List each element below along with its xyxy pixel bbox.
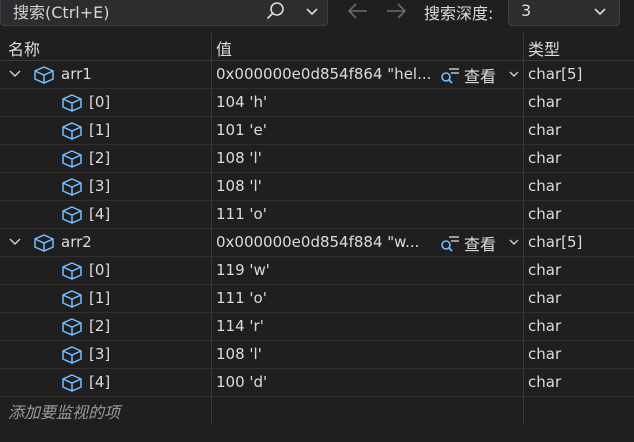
watch-row-element[interactable]: [2] 108 'l' char — [0, 145, 634, 173]
watch-row-element[interactable]: [3] 108 'l' char — [0, 341, 634, 369]
watch-row-element[interactable]: [2] 114 'r' char — [0, 313, 634, 341]
magnifier-icon — [441, 236, 459, 252]
watch-toolbar: 搜索深度: 3 — [0, 0, 634, 30]
watch-row-type: char — [528, 205, 562, 223]
watch-row-name: [0] — [89, 261, 111, 279]
chevron-down-icon — [594, 8, 606, 16]
watch-row-type: char — [528, 345, 562, 363]
watch-row-name: [4] — [89, 205, 111, 223]
watch-row-value: 111 'o' — [216, 205, 267, 223]
watch-row-element[interactable]: [4] 100 'd' char — [0, 369, 634, 397]
text-visualizer-button[interactable]: 查看 — [440, 231, 522, 254]
watch-row-value: 119 'w' — [216, 261, 270, 279]
watch-row-type: char — [528, 373, 562, 391]
watch-row-value: 101 'e' — [216, 121, 267, 139]
arrow-right-icon[interactable] — [384, 0, 408, 22]
watch-row-name: [3] — [89, 345, 111, 363]
cube-icon — [62, 346, 82, 364]
cube-icon — [34, 234, 54, 252]
watch-row-value: 114 'r' — [216, 317, 264, 335]
watch-row-type: char[5] — [528, 233, 583, 251]
cube-icon — [62, 122, 82, 140]
cube-icon — [62, 262, 82, 280]
add-watch-row[interactable]: 添加要监视的项 — [0, 397, 634, 425]
watch-row-value: 108 'l' — [216, 177, 262, 195]
cube-icon — [62, 150, 82, 168]
chevron-down-icon[interactable] — [508, 236, 520, 248]
chevron-down-icon[interactable] — [8, 67, 22, 81]
watch-row-name: [1] — [89, 289, 111, 307]
watch-row-element[interactable]: [1] 101 'e' char — [0, 117, 634, 145]
watch-row-element[interactable]: [3] 108 'l' char — [0, 173, 634, 201]
watch-row-arr2[interactable]: arr2 0x000000e0d854f884 "w... 查看 char[5] — [0, 229, 634, 257]
watch-row-value: 0x000000e0d854f884 "w... — [216, 233, 420, 251]
watch-row-element[interactable]: [0] 104 'h' char — [0, 89, 634, 117]
watch-row-type: char — [528, 289, 562, 307]
chevron-down-icon[interactable] — [508, 68, 520, 80]
column-header: 名称 值 类型 — [0, 33, 634, 61]
magnifier-icon — [441, 68, 459, 84]
chevron-down-icon[interactable] — [8, 235, 22, 249]
watch-row-type: char — [528, 317, 562, 335]
watch-row-name: [3] — [89, 177, 111, 195]
cube-icon — [62, 94, 82, 112]
watch-row-value: 100 'd' — [216, 373, 268, 391]
watch-row-type: char[5] — [528, 65, 583, 83]
watch-row-value: 108 'l' — [216, 345, 262, 363]
cube-icon — [62, 178, 82, 196]
column-header-type[interactable]: 类型 — [528, 36, 560, 60]
watch-row-value: 108 'l' — [216, 149, 262, 167]
arrow-left-icon[interactable] — [346, 0, 370, 22]
visualizer-label: 查看 — [464, 67, 497, 86]
watch-row-element[interactable]: [1] 111 'o' char — [0, 285, 634, 313]
watch-row-value: 104 'h' — [216, 93, 268, 111]
cube-icon — [62, 318, 82, 336]
watch-row-name: [2] — [89, 149, 111, 167]
watch-row-name: arr2 — [61, 233, 92, 251]
column-header-name[interactable]: 名称 — [8, 36, 40, 60]
search-box[interactable] — [0, 0, 328, 26]
search-depth-select[interactable]: 3 — [508, 0, 620, 26]
watch-row-value: 111 'o' — [216, 289, 267, 307]
watch-row-element[interactable]: [4] 111 'o' char — [0, 201, 634, 229]
watch-row-name: [1] — [89, 121, 111, 139]
visualizer-label: 查看 — [464, 235, 497, 254]
chevron-down-icon[interactable] — [303, 2, 321, 20]
watch-row-arr1[interactable]: arr1 0x000000e0d854f864 "hel... 查看 char[… — [0, 61, 634, 89]
search-depth-label: 搜索深度: — [424, 4, 494, 23]
watch-row-element[interactable]: [0] 119 'w' char — [0, 257, 634, 285]
watch-row-name: arr1 — [61, 65, 92, 83]
watch-row-name: [0] — [89, 93, 111, 111]
cube-icon — [62, 290, 82, 308]
search-icon[interactable] — [265, 0, 287, 22]
watch-row-type: char — [528, 261, 562, 279]
watch-row-type: char — [528, 93, 562, 111]
search-input[interactable] — [11, 0, 250, 25]
watch-row-name: [2] — [89, 317, 111, 335]
cube-icon — [62, 374, 82, 392]
watch-row-type: char — [528, 121, 562, 139]
watch-row-type: char — [528, 177, 562, 195]
watch-row-type: char — [528, 149, 562, 167]
watch-row-name: [4] — [89, 373, 111, 391]
cube-icon — [62, 206, 82, 224]
column-header-value[interactable]: 值 — [216, 36, 232, 60]
text-visualizer-button[interactable]: 查看 — [440, 63, 522, 86]
cube-icon — [34, 66, 54, 84]
add-watch-placeholder[interactable]: 添加要监视的项 — [8, 399, 120, 423]
search-depth-value: 3 — [521, 1, 532, 20]
watch-row-value: 0x000000e0d854f864 "hel... — [216, 65, 432, 83]
